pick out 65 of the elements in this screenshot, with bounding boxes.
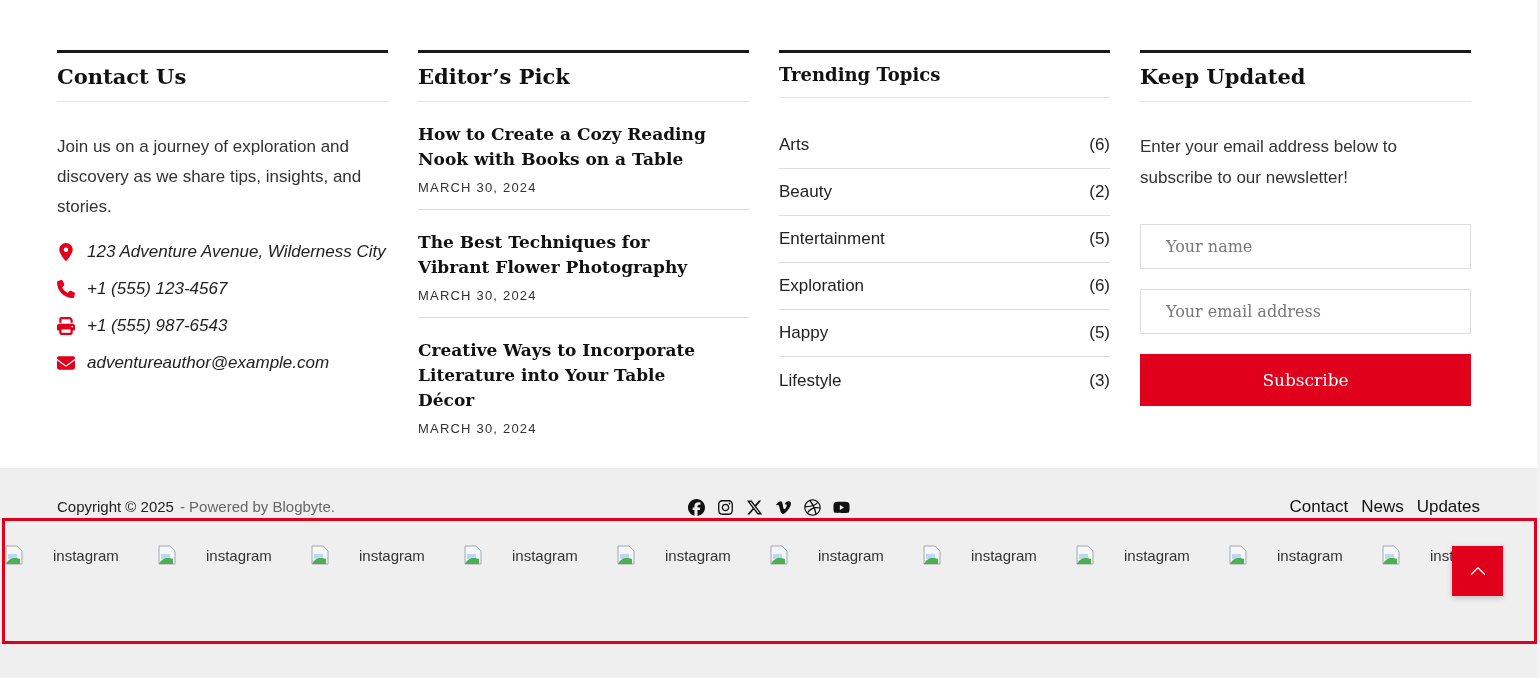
contact-text: +1 (555) 123-4567 — [87, 278, 228, 300]
copyright-text: Copyright © 2025 — [57, 498, 174, 515]
section-heading: Contact Us — [57, 53, 388, 102]
email-field[interactable]: Your email address — [1140, 289, 1471, 334]
post-date: MARCH 30, 2024 — [418, 180, 538, 195]
name-field[interactable]: Your name — [1140, 224, 1471, 269]
broken-image-icon — [311, 545, 329, 565]
image-alt-text: instagram — [359, 546, 425, 564]
footer-link[interactable]: News — [1361, 497, 1404, 517]
subscribe-button[interactable]: Subscribe — [1140, 354, 1471, 406]
intro-text: Join us on a journey of exploration and discovery as we share tips, insights, and stories. — [57, 136, 363, 218]
instagram-icon[interactable] — [716, 498, 734, 516]
topic-count: (6) — [1089, 276, 1110, 296]
section-heading: Keep Updated — [1140, 53, 1471, 102]
topic-link[interactable]: Exploration — [779, 276, 865, 296]
location-pin-icon — [57, 242, 75, 261]
intro-text: Enter your email address below to subscribe to our newsletter! — [1140, 136, 1399, 189]
topic-link[interactable]: Beauty — [779, 182, 832, 202]
topic-link[interactable]: Arts — [779, 135, 810, 155]
vimeo-icon[interactable] — [774, 498, 792, 516]
image-alt-text: instagram — [1277, 546, 1343, 564]
post-date: MARCH 30, 2024 — [418, 288, 538, 303]
topic-link[interactable]: Lifestyle — [779, 370, 842, 391]
image-alt-text: instagram — [971, 546, 1037, 564]
image-alt-text: instagram — [53, 546, 119, 564]
contact-text: +1 (555) 987-6543 — [87, 315, 228, 337]
topic-count: (5) — [1089, 229, 1110, 249]
facebook-icon[interactable] — [687, 498, 705, 516]
topic-count: (6) — [1089, 135, 1110, 155]
image-alt-text: inst — [1430, 546, 1454, 564]
x-icon[interactable] — [745, 498, 763, 516]
post-title-link[interactable]: How to Create a Cozy Reading Nook with Books on a Table — [418, 122, 718, 172]
dribbble-icon[interactable] — [803, 498, 821, 516]
broken-image-icon — [1229, 545, 1247, 565]
broken-image-icon — [923, 545, 941, 565]
image-alt-text: instagram — [1124, 546, 1190, 564]
broken-image-icon — [464, 545, 482, 565]
broken-image-icon — [5, 545, 23, 565]
topic-link[interactable]: Happy — [779, 323, 829, 343]
broken-image-icon — [1076, 545, 1094, 565]
image-alt-text: instagram — [818, 546, 884, 564]
image-alt-text: instagram — [206, 546, 272, 564]
post-title-link[interactable]: Creative Ways to Incorporate Literature into Your Table Décor — [418, 338, 718, 413]
contact-text: adventureauthor@example.com — [87, 352, 330, 374]
post-title-link[interactable]: The Best Techniques for Vibrant Flower Photography — [418, 230, 718, 280]
footer-link[interactable]: Updates — [1416, 497, 1480, 517]
image-alt-text: instagram — [665, 546, 731, 564]
post-date: MARCH 30, 2024 — [418, 421, 538, 436]
broken-image-icon — [770, 545, 788, 565]
broken-image-icon — [158, 545, 176, 565]
topic-count: (2) — [1089, 182, 1110, 202]
envelope-icon — [57, 353, 75, 372]
broken-image-icon — [1382, 545, 1400, 565]
footer-link[interactable]: Contact — [1289, 497, 1349, 517]
topic-count: (5) — [1089, 323, 1110, 343]
contact-text: 123 Adventure Avenue, Wilderness City — [87, 241, 386, 263]
phone-icon — [57, 279, 75, 298]
powered-by-text: - Powered by Blogbyte. — [179, 498, 336, 515]
section-heading: Editor’s Pick — [418, 53, 749, 102]
section-heading: Trending Topics — [779, 53, 1110, 98]
printer-icon — [57, 316, 75, 335]
topic-count: (3) — [1089, 370, 1110, 391]
broken-image-icon — [617, 545, 635, 565]
topic-link[interactable]: Entertainment — [779, 229, 885, 249]
image-alt-text: instagram — [512, 546, 578, 564]
